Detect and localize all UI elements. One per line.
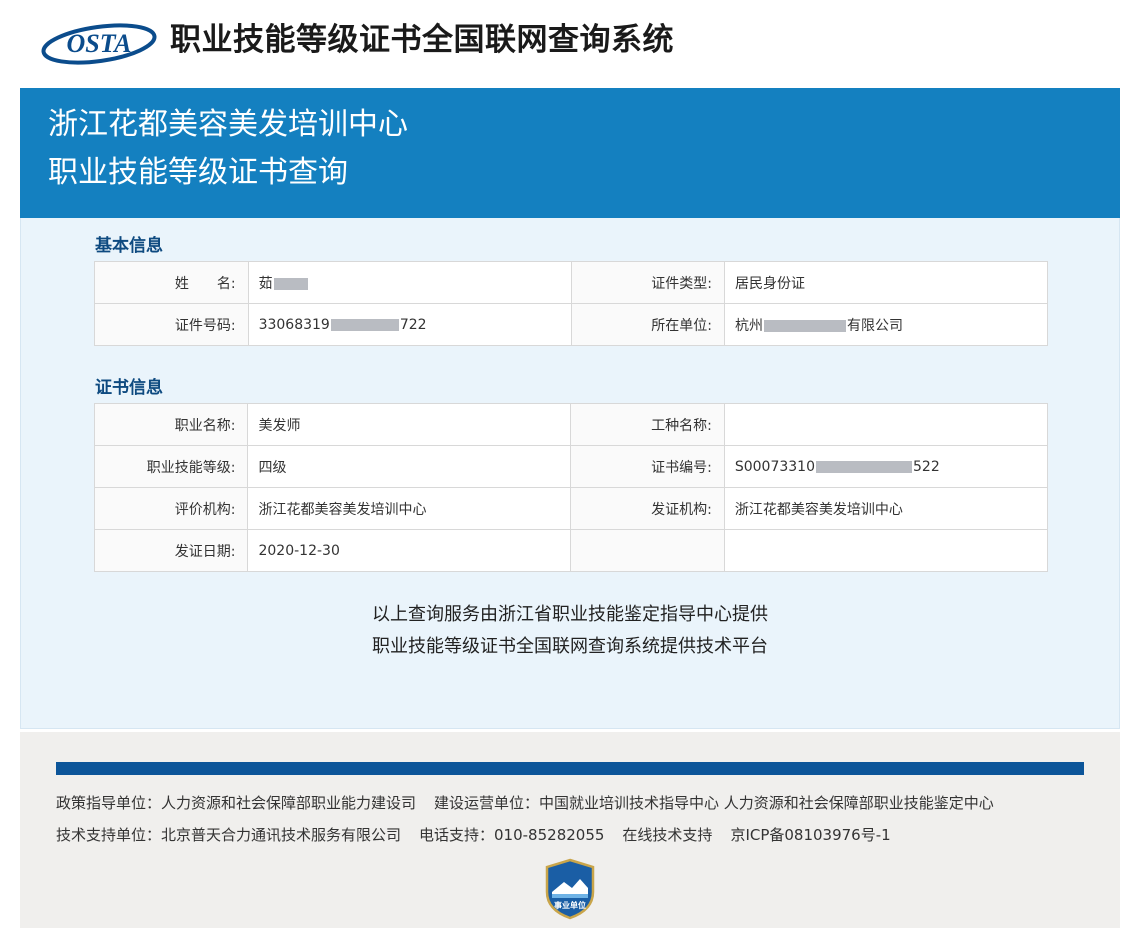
- redaction-mask: [273, 277, 308, 290]
- cert-number-value: S00073310 522: [723, 445, 1049, 488]
- redaction-mask: [330, 318, 399, 331]
- banner-org-name: 浙江花都美容美发培训中心: [48, 107, 408, 142]
- public-institution-badge-icon[interactable]: 事业单位: [544, 858, 596, 920]
- cert-info-title: 证书信息: [95, 378, 163, 398]
- osta-logo: OSTA: [41, 23, 157, 65]
- icp-link[interactable]: 京ICP备08103976号-1: [730, 826, 890, 844]
- result-panel: 基本信息 姓 名: 茹 证件类型: 居民身份证 证件号码: 33068319 72…: [20, 218, 1120, 729]
- id-type-value: 居民身份证: [723, 261, 1049, 304]
- name-label: 姓 名:: [94, 261, 249, 304]
- occupation-value: 美发师: [247, 403, 572, 446]
- banner-page-title: 职业技能等级证书查询: [48, 155, 348, 190]
- table-row: 证件号码: 33068319 722 所在单位: 杭州 有限公司: [94, 303, 1049, 346]
- header: OSTA 职业技能等级证书全国联网查询系统: [0, 0, 1132, 88]
- skill-level-value: 四级: [247, 445, 572, 488]
- name-value: 茹: [247, 261, 572, 304]
- basic-info-table: 姓 名: 茹 证件类型: 居民身份证 证件号码: 33068319 722 所在单…: [94, 261, 1049, 346]
- footer: 政策指导单位：人力资源和社会保障部职业能力建设司 建设运营单位：中国就业培训技术指…: [20, 732, 1120, 928]
- redaction-mask: [816, 460, 912, 473]
- table-row: 姓 名: 茹 证件类型: 居民身份证: [94, 261, 1049, 304]
- table-row: 评价机构: 浙江花都美容美发培训中心 发证机构: 浙江花都美容美发培训中心: [93, 487, 1049, 530]
- evaluator-label: 评价机构:: [93, 487, 249, 530]
- cert-info-table: 职业名称: 美发师 工种名称: 职业技能等级: 四级 证书编号: S000733…: [93, 403, 1049, 572]
- basic-info-title: 基本信息: [95, 236, 163, 256]
- table-row: 职业名称: 美发师 工种名称:: [93, 403, 1049, 446]
- empty-label: [570, 529, 725, 572]
- policy-unit: 政策指导单位：人力资源和社会保障部职业能力建设司: [56, 794, 417, 812]
- site-title: 职业技能等级证书全国联网查询系统: [170, 22, 674, 58]
- query-banner: 浙江花都美容美发培训中心 职业技能等级证书查询: [20, 88, 1120, 218]
- evaluator-value: 浙江花都美容美发培训中心: [247, 487, 572, 530]
- footer-divider: [56, 762, 1084, 775]
- issue-date-label: 发证日期:: [93, 529, 249, 572]
- redaction-mask: [763, 319, 846, 332]
- occupation-label: 职业名称:: [93, 403, 249, 446]
- svg-text:事业单位: 事业单位: [554, 900, 586, 910]
- job-type-value: [723, 403, 1049, 446]
- cert-number-label: 证书编号:: [570, 445, 725, 488]
- issuer-label: 发证机构:: [570, 487, 725, 530]
- id-type-label: 证件类型:: [570, 261, 725, 304]
- tech-support-unit: 技术支持单位：北京普天合力通讯技术服务有限公司: [56, 826, 402, 844]
- employer-label: 所在单位:: [570, 303, 725, 346]
- footer-units: 政策指导单位：人力资源和社会保障部职业能力建设司 建设运营单位：中国就业培训技术指…: [56, 792, 1012, 813]
- empty-value: [723, 529, 1049, 572]
- job-type-label: 工种名称:: [570, 403, 725, 446]
- id-number-value: 33068319 722: [247, 303, 572, 346]
- svg-text:OSTA: OSTA: [66, 29, 131, 58]
- table-row: 发证日期: 2020-12-30: [93, 529, 1049, 572]
- online-support-link[interactable]: 在线技术支持: [622, 826, 712, 844]
- skill-level-label: 职业技能等级:: [93, 445, 249, 488]
- service-note: 以上查询服务由浙江省职业技能鉴定指导中心提供: [372, 604, 768, 625]
- issue-date-value: 2020-12-30: [247, 529, 572, 572]
- employer-value: 杭州 有限公司: [723, 303, 1049, 346]
- phone-support: 电话支持：010-85282055: [419, 826, 605, 844]
- footer-support: 技术支持单位：北京普天合力通讯技术服务有限公司 电话支持：010-85282055…: [56, 824, 909, 845]
- table-row: 职业技能等级: 四级 证书编号: S00073310 522: [93, 445, 1049, 488]
- issuer-value: 浙江花都美容美发培训中心: [723, 487, 1049, 530]
- platform-note: 职业技能等级证书全国联网查询系统提供技术平台: [372, 636, 768, 657]
- id-number-label: 证件号码:: [94, 303, 249, 346]
- operator-unit: 建设运营单位：中国就业培训技术指导中心 人力资源和社会保障部职业技能鉴定中心: [434, 794, 994, 812]
